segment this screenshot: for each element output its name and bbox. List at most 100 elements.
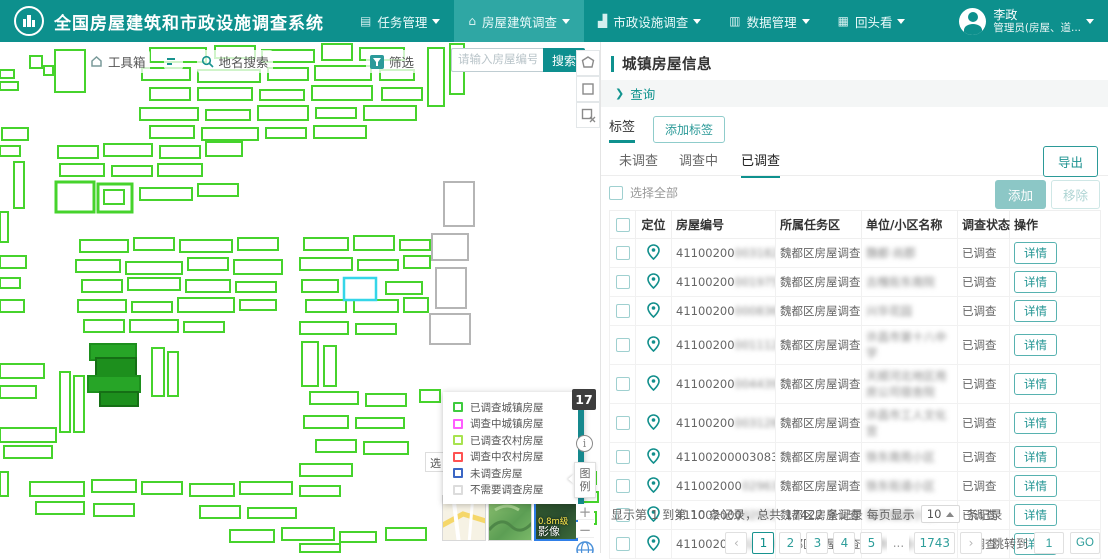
nav-item-任务管理[interactable]: ▤任务管理 <box>346 0 454 42</box>
table-row: 411002000030839魏都区房屋调查铁东南苑小区已调查详情 <box>610 443 1101 472</box>
row-checkbox[interactable] <box>616 304 630 318</box>
location-pin-icon[interactable] <box>647 414 660 430</box>
select-all-checkbox[interactable] <box>609 186 623 200</box>
location-pin-icon[interactable] <box>647 477 660 493</box>
page-button-1[interactable]: 1 <box>752 532 774 554</box>
row-checkbox[interactable] <box>616 479 630 493</box>
row-checkbox[interactable] <box>616 416 630 430</box>
unit-name: 魏都·尚郡 <box>862 239 958 268</box>
nav-item-市政设施调查[interactable]: ▟市政设施调查 <box>584 0 715 42</box>
filter-button[interactable]: 筛选 <box>366 50 418 73</box>
go-button[interactable]: GO <box>1070 532 1100 554</box>
row-checkbox[interactable] <box>616 377 630 391</box>
tab-tags[interactable]: 标签 <box>609 116 635 143</box>
tab-已调查[interactable]: 已调查 <box>741 150 780 178</box>
status-tabs: 未调查调查中已调查 <box>601 150 1108 176</box>
nav-item-回头看[interactable]: ▦回头看 <box>824 0 920 42</box>
row-checkbox[interactable] <box>616 537 630 551</box>
row-checkbox[interactable] <box>616 275 630 289</box>
next-page-button[interactable]: › <box>960 532 982 554</box>
house-number-input[interactable] <box>451 48 543 72</box>
legend-item: 已调查农村房屋 <box>453 432 584 449</box>
chevron-down-icon <box>897 19 905 24</box>
layers-handle-icon[interactable] <box>164 54 183 70</box>
location-pin-icon[interactable] <box>647 302 660 318</box>
location-pin-icon[interactable] <box>647 273 660 289</box>
app-title: 全国房屋建筑和市政设施调查系统 <box>54 9 324 34</box>
legend-toggle-button[interactable]: 图例 <box>574 462 596 498</box>
search-icon <box>201 55 214 68</box>
detail-button[interactable]: 详情 <box>1014 504 1057 526</box>
unit-name: 兴华花园 <box>862 297 958 326</box>
page-button-4[interactable]: 4 <box>833 532 855 554</box>
chevron-down-icon <box>1086 19 1094 24</box>
toolbox-button[interactable]: 工具箱 <box>86 50 150 73</box>
remove-button[interactable]: 移除 <box>1051 180 1100 209</box>
user-menu[interactable]: 李政 管理员(房屋、道... <box>959 8 1094 35</box>
tab-未调查[interactable]: 未调查 <box>619 150 658 176</box>
tab-调查中[interactable]: 调查中 <box>679 150 718 176</box>
chevron-right-icon: ❯ <box>615 87 624 100</box>
jump-page-input[interactable] <box>1034 532 1064 554</box>
zoom-level-badge: 17 <box>572 389 596 410</box>
row-checkbox[interactable] <box>616 338 630 352</box>
place-search-button[interactable]: 地名搜索 <box>197 50 273 73</box>
nav-item-房屋建筑调查[interactable]: ⌂房屋建筑调查 <box>454 0 584 42</box>
house-code: 411002000011128 <box>672 326 776 365</box>
rect-select-icon[interactable] <box>576 76 600 102</box>
detail-button[interactable]: 详情 <box>1014 242 1057 264</box>
header-checkbox[interactable] <box>616 218 630 232</box>
location-pin-icon[interactable] <box>647 244 660 260</box>
other-district-buildings <box>430 182 474 344</box>
page-button-1743[interactable]: 1743 <box>914 532 955 554</box>
add-tag-button[interactable]: 添加标签 <box>653 116 725 143</box>
zoom-in-button[interactable]: + <box>576 504 594 520</box>
zoom-out-button[interactable]: − <box>576 522 594 538</box>
column-header: 房屋编号 <box>672 211 776 239</box>
prev-page-button[interactable]: ‹ <box>725 532 747 554</box>
page-button-3[interactable]: 3 <box>806 532 828 554</box>
panel-title: 城镇房屋信息 <box>611 53 712 74</box>
jump-label: 跳转到 <box>992 535 1028 552</box>
detail-button[interactable]: 详情 <box>1014 334 1057 356</box>
table-header-row: 定位房屋编号所属任务区单位/小区名称调查状态操作 <box>610 211 1101 239</box>
nav-item-数据管理[interactable]: ▥数据管理 <box>715 0 823 42</box>
location-pin-icon[interactable] <box>647 448 660 464</box>
title-accent-bar <box>611 56 614 72</box>
query-toggle[interactable]: ❯ 查询 <box>601 80 1108 107</box>
detail-button[interactable]: 详情 <box>1014 300 1057 322</box>
column-header: 所属任务区 <box>776 211 862 239</box>
clipboard-icon: ▤ <box>360 14 371 28</box>
page-size-select[interactable]: 10 <box>921 505 961 523</box>
row-checkbox[interactable] <box>616 246 630 260</box>
filter-icon <box>370 55 384 69</box>
add-button[interactable]: 添加 <box>995 180 1046 209</box>
table-row: 411002000044393魏都区房屋调查天顺河北地区用房公司宿舍院已调查详情 <box>610 365 1101 404</box>
chevron-up-icon <box>946 512 954 517</box>
survey-status: 已调查 <box>958 297 1010 326</box>
clear-select-icon[interactable] <box>576 102 600 128</box>
map-canvas[interactable]: 工具箱 地名搜索 筛选 搜索 选 已调查城镇房屋调查中城镇房屋已调查农村房屋调查… <box>0 42 600 553</box>
facility-icon: ▟ <box>598 14 607 28</box>
detail-button[interactable]: 详情 <box>1014 373 1057 395</box>
page-button-5[interactable]: 5 <box>860 532 882 554</box>
location-pin-icon[interactable] <box>647 375 660 391</box>
export-button[interactable]: 导出 <box>1043 146 1098 177</box>
page-button-2[interactable]: 2 <box>779 532 801 554</box>
detail-button[interactable]: 详情 <box>1014 271 1057 293</box>
polygon-select-icon[interactable] <box>576 50 600 76</box>
legend-color-swatch <box>453 468 463 478</box>
house-code: 411002000044393 <box>672 365 776 404</box>
location-pin-icon[interactable] <box>647 535 660 551</box>
globe-icon[interactable] <box>575 540 595 553</box>
location-pin-icon[interactable] <box>647 336 660 352</box>
detail-button[interactable]: 详情 <box>1014 446 1057 468</box>
column-header: 单位/小区名称 <box>862 211 958 239</box>
detail-button[interactable]: 详情 <box>1014 412 1057 434</box>
info-icon[interactable]: i <box>576 435 593 452</box>
unit-name: 许昌市第十八中学 <box>862 326 958 365</box>
table-row: 411002000029632魏都区房屋调查铁东街道小区已调查详情 <box>610 472 1101 501</box>
row-checkbox[interactable] <box>616 450 630 464</box>
detail-button[interactable]: 详情 <box>1014 475 1057 497</box>
legend-color-swatch <box>453 452 463 462</box>
